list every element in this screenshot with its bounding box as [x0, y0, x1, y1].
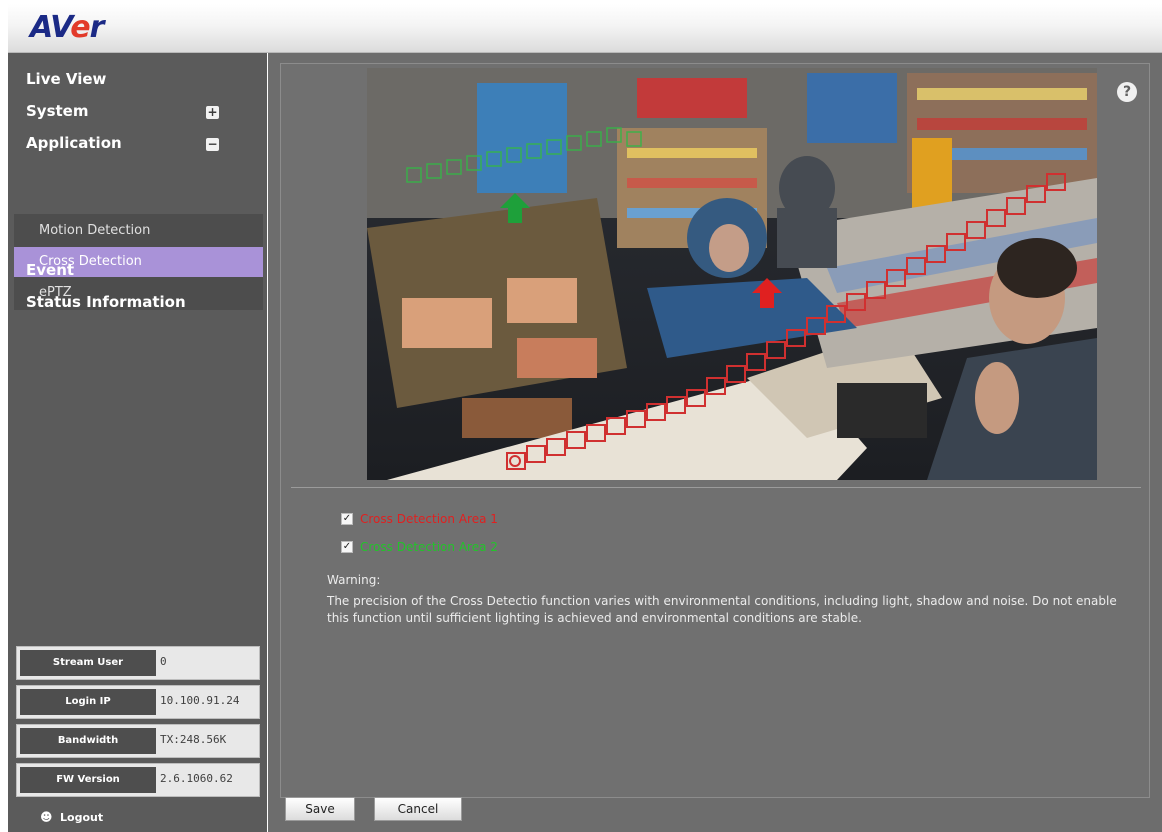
info-label: Stream User: [20, 650, 156, 676]
warning-title: Warning:: [327, 573, 381, 587]
area-1-checkbox[interactable]: ✓: [341, 513, 353, 525]
nav-status-information[interactable]: Status Information: [8, 288, 267, 318]
sidebar: Live View System + Application − Motion …: [8, 53, 267, 832]
area-1-label: Cross Detection Area 1: [360, 512, 498, 526]
user-icon: ☻: [40, 810, 53, 824]
logo-text-start: AV: [30, 10, 71, 45]
submenu-motion-detection[interactable]: Motion Detection: [14, 216, 263, 246]
info-value: 10.100.91.24: [160, 694, 240, 707]
collapse-icon[interactable]: −: [206, 138, 219, 151]
cross-detection-area-2-row: ✓ Cross Detection Area 2: [341, 540, 581, 556]
warning-text: The precision of the Cross Detectio func…: [327, 594, 1117, 625]
camera-preview[interactable]: [367, 68, 1097, 480]
info-login-ip: Login IP 10.100.91.24: [16, 685, 260, 719]
app-window: AVer Live View System + Application − Mo…: [0, 0, 1162, 832]
nav-system-label: System: [26, 102, 89, 120]
nav-system[interactable]: System +: [8, 97, 267, 127]
logout-label: Logout: [60, 811, 104, 824]
camera-scene: [367, 68, 1097, 480]
nav-live-view-label: Live View: [26, 70, 107, 88]
info-stream-user: Stream User 0: [16, 646, 260, 680]
content-panel: ? ✓ Cross Detection Area 1 ✓ Cross Detec…: [280, 63, 1150, 798]
nav-status-information-label: Status Information: [26, 293, 186, 311]
nav-event-label: Event: [26, 261, 75, 279]
info-value: 2.6.1060.62: [160, 772, 233, 785]
cross-detection-area-1-row: ✓ Cross Detection Area 1: [341, 512, 581, 528]
info-fw-version: FW Version 2.6.1060.62: [16, 763, 260, 797]
area-2-checkbox[interactable]: ✓: [341, 541, 353, 553]
nav-application[interactable]: Application −: [8, 129, 267, 159]
help-icon[interactable]: ?: [1117, 82, 1137, 102]
nav-event[interactable]: Event: [8, 256, 267, 286]
save-button[interactable]: Save: [285, 797, 355, 821]
area-2-label: Cross Detection Area 2: [360, 540, 498, 554]
logo-text-accent: e: [70, 10, 90, 45]
info-bandwidth: Bandwidth TX:248.56K: [16, 724, 260, 758]
cancel-button[interactable]: Cancel: [374, 797, 462, 821]
aver-logo: AVer: [30, 10, 105, 45]
nav-live-view[interactable]: Live View: [8, 65, 267, 95]
info-label: Login IP: [20, 689, 156, 715]
info-value: TX:248.56K: [160, 733, 227, 746]
logout-button[interactable]: ☻ Logout: [8, 802, 267, 832]
main-area: ? ✓ Cross Detection Area 1 ✓ Cross Detec…: [268, 53, 1162, 832]
info-label: FW Version: [20, 767, 156, 793]
nav-application-label: Application: [26, 134, 122, 152]
info-value: 0: [160, 655, 167, 668]
logo-text-end: r: [89, 10, 105, 45]
info-label: Bandwidth: [20, 728, 156, 754]
expand-icon[interactable]: +: [206, 106, 219, 119]
section-divider: [291, 487, 1141, 488]
submenu-motion-detection-label: Motion Detection: [39, 223, 151, 238]
header-bar: AVer: [8, 4, 1162, 53]
